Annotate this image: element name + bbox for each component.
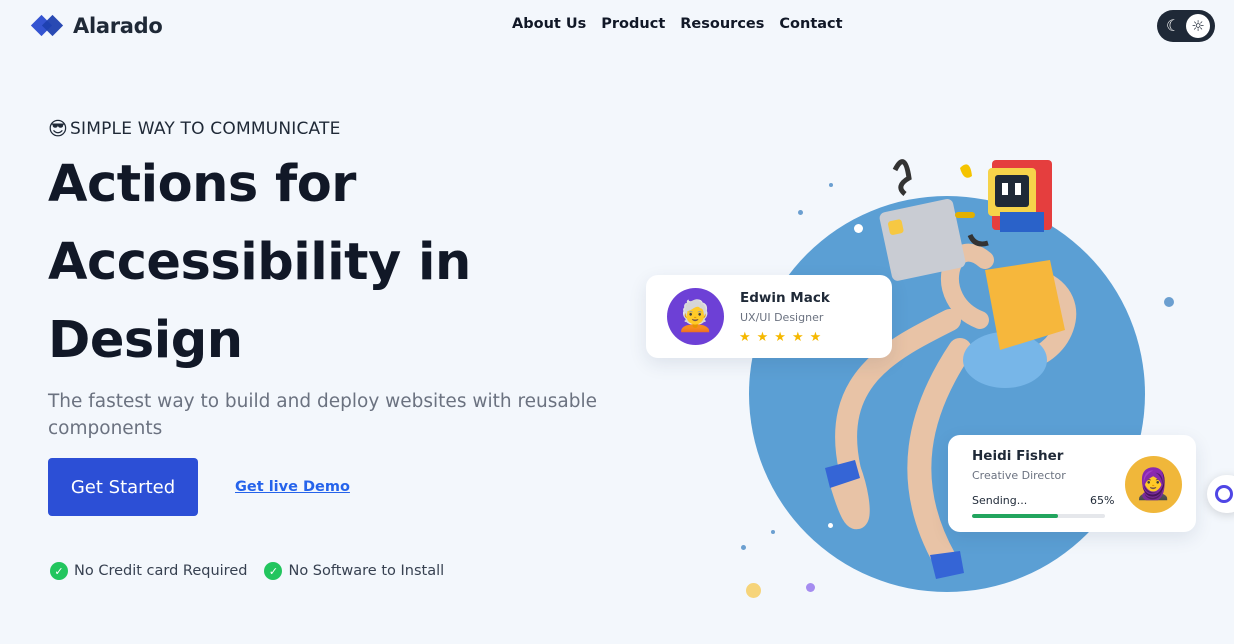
sun-icon: ☼ xyxy=(1186,14,1210,38)
avatar: 🧕 xyxy=(1125,456,1182,513)
decorative-dot xyxy=(1164,297,1174,307)
feature-item: ✓ No Credit card Required xyxy=(50,562,247,580)
cta-row: Get Started Get live Demo xyxy=(48,458,350,516)
star-rating-icon: ★★★★★ xyxy=(739,330,828,345)
logo[interactable]: Alarado xyxy=(30,14,163,38)
hero-illustration: 🧑‍🦳 Edwin Mack UX/UI Designer ★★★★★ Heid… xyxy=(640,140,1234,610)
logo-diamond-icon xyxy=(30,14,64,38)
hero-section: 😎 SIMPLE WAY TO COMMUNICATE Actions for … xyxy=(48,118,608,442)
hero-subtitle: The fastest way to build and deploy webs… xyxy=(48,391,598,439)
decorative-dot xyxy=(798,210,803,215)
get-live-demo-link[interactable]: Get live Demo xyxy=(235,479,350,495)
nav-resources[interactable]: Resources xyxy=(680,16,764,32)
nav-product[interactable]: Product xyxy=(601,16,665,32)
site-header: Alarado About Us Product Resources Conta… xyxy=(0,0,1234,54)
avatar: 🧑‍🦳 xyxy=(667,288,724,345)
decorative-dot xyxy=(746,583,761,598)
tagline-text: SIMPLE WAY TO COMMUNICATE xyxy=(70,119,341,139)
get-started-button[interactable]: Get Started xyxy=(48,458,198,516)
progress-percent: 65% xyxy=(1090,494,1115,507)
check-circle-icon: ✓ xyxy=(264,562,283,580)
feature-label: No Software to Install xyxy=(288,563,445,579)
card-role: Creative Director xyxy=(972,469,1066,482)
feature-label: No Credit card Required xyxy=(74,563,248,579)
progress-bar-fill xyxy=(972,514,1059,518)
sunglasses-emoji-icon: 😎 xyxy=(48,118,69,140)
card-name: Heidi Fisher xyxy=(972,448,1064,464)
theme-toggle[interactable]: ☾ ☼ xyxy=(1157,10,1215,42)
sending-label: Sending... xyxy=(972,494,1028,507)
nav-about-us[interactable]: About Us xyxy=(512,16,586,32)
progress-bar xyxy=(972,514,1105,518)
hero-title-line-1: Actions for xyxy=(48,155,356,214)
hero-tagline: 😎 SIMPLE WAY TO COMMUNICATE xyxy=(48,118,608,140)
decorative-dot xyxy=(771,530,775,534)
3d-character-illustration xyxy=(825,159,1077,579)
hero-title: Actions for Accessibility in Design xyxy=(48,146,608,380)
profile-card-edwin: 🧑‍🦳 Edwin Mack UX/UI Designer ★★★★★ xyxy=(646,275,892,358)
card-role: UX/UI Designer xyxy=(740,311,824,324)
nav-contact[interactable]: Contact xyxy=(779,16,842,32)
logo-text: Alarado xyxy=(73,14,163,38)
moon-icon: ☾ xyxy=(1166,16,1181,35)
card-name: Edwin Mack xyxy=(740,290,830,306)
feature-list: ✓ No Credit card Required ✓ No Software … xyxy=(50,562,444,580)
decorative-dot xyxy=(741,545,746,550)
chat-icon xyxy=(1215,485,1233,503)
feature-item: ✓ No Software to Install xyxy=(264,562,444,580)
hero-title-line-2: Accessibility in xyxy=(48,233,471,292)
main-nav: About Us Product Resources Contact xyxy=(512,16,843,32)
check-circle-icon: ✓ xyxy=(50,562,68,580)
profile-card-heidi: Heidi Fisher Creative Director Sending..… xyxy=(948,435,1196,532)
hero-title-line-3: Design xyxy=(48,311,243,370)
